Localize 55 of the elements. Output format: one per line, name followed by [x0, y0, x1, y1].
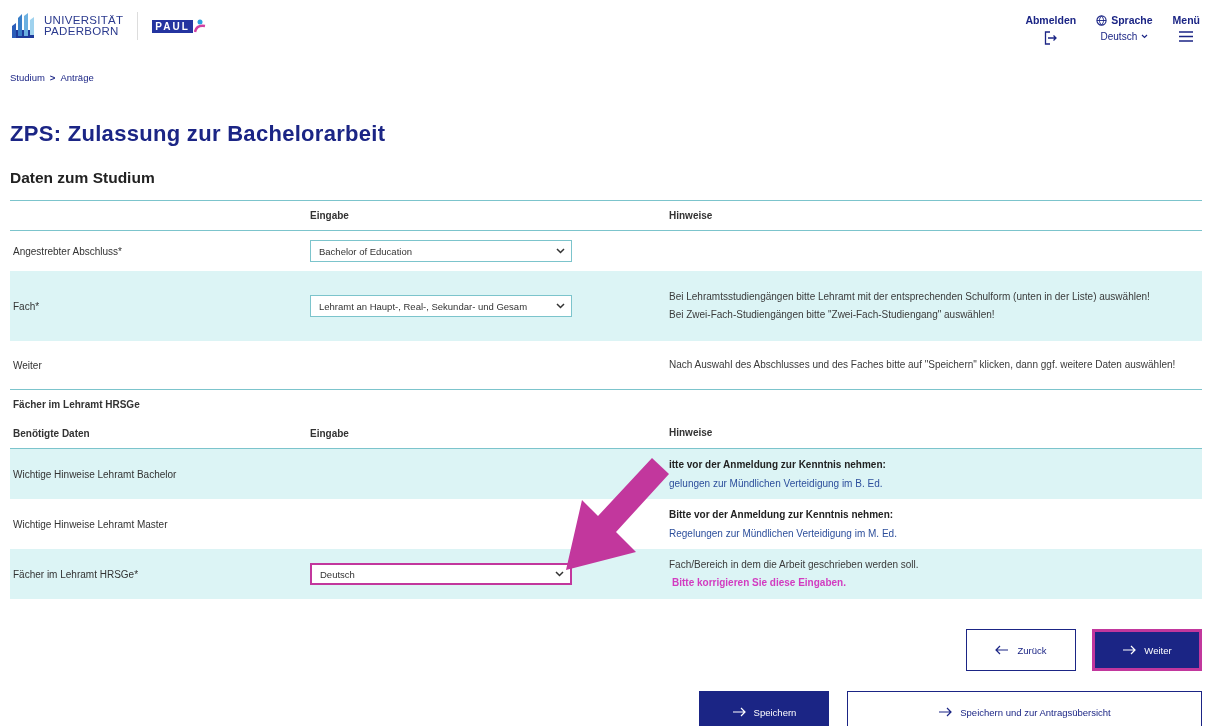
select-value: Deutsch [320, 568, 355, 580]
nav-button[interactable]: Zurück [966, 629, 1076, 671]
menu-icon[interactable] [1179, 31, 1194, 42]
row-label: Angestrebter Abschluss* [12, 245, 123, 257]
logo-text: UNIVERSITÄT [44, 15, 124, 26]
page-title: ZPS: Zulassung zur Bachelorarbeit [10, 121, 387, 147]
figure-logo-icon [193, 19, 206, 33]
section-heading: Daten zum Studium [10, 169, 156, 187]
error-message: Bitte korrigieren Sie diese Eingaben. [671, 576, 847, 590]
language-dropdown[interactable]: Deutsch [1100, 31, 1149, 42]
logo-text: PADERBORN [44, 26, 120, 37]
language-label: Sprache [1096, 14, 1153, 26]
hint-text: Nach Auswahl des Abschlusses und des Faches bitte auf "Speichern" klicken, dann ggf. weitere Daten auswählen! [669, 358, 1177, 372]
select-field[interactable]: Deutsch [310, 563, 572, 585]
column-header: Hinweise [668, 426, 714, 440]
arrow-right-icon [731, 707, 746, 717]
arrow-right-icon [1122, 645, 1137, 655]
column-header: Eingabe [310, 210, 350, 221]
chevron-down-icon [555, 571, 564, 577]
select-field[interactable]: Lehramt an Haupt-, Real-, Sekundar- und Gesam [310, 295, 572, 317]
row-label: Wichtige Hinweise Lehramt Bachelor [12, 468, 178, 480]
select-value: Bachelor of Education [319, 245, 412, 257]
nav-button[interactable]: Speichern und zur Antragsübersicht [847, 691, 1202, 726]
chevron-down-icon [1141, 34, 1149, 39]
logout-icon[interactable] [1043, 31, 1058, 45]
hint-heading: Bitte vor der Anmeldung zur Kenntnis nehmen: [669, 507, 895, 522]
row-label: Weiter [12, 359, 43, 371]
row-label: Fächer im Lehramt HRSGe* [12, 568, 140, 580]
column-header: Benötigte Daten [12, 427, 91, 439]
logo-badge: PAUL [152, 19, 193, 33]
select-field[interactable]: Bachelor of Education [310, 240, 572, 262]
arrow-left-icon [995, 645, 1010, 655]
hint-text: Fach/Bereich in dem die Arbeit geschrieben werden soll. [669, 558, 920, 572]
breadcrumb-separator: > [49, 72, 56, 83]
hint-heading: itte vor der Anmeldung zur Kenntnis nehmen: [669, 457, 887, 472]
column-header: Hinweise [668, 208, 714, 223]
hint-link[interactable]: Regelungen zur Mündlichen Verteidigung im M. Ed. [669, 526, 897, 541]
hint-text: Bei Zwei-Fach-Studiengängen bitte "Zwei-Fach-Studiengang" auswählen! [669, 308, 996, 322]
logout-button[interactable]: Abmelden [1025, 14, 1077, 26]
subsection-heading: Fächer im Lehramt HRSGe [12, 398, 141, 410]
arrow-right-icon [938, 707, 953, 717]
nav-button[interactable]: Weiter [1092, 629, 1202, 671]
column-header: Eingabe [310, 427, 350, 439]
menu-button[interactable]: Menü [1172, 14, 1200, 26]
row-label: Wichtige Hinweise Lehramt Master [12, 518, 169, 530]
chevron-down-icon [556, 248, 565, 254]
chevron-down-icon [556, 303, 565, 309]
hint-link[interactable]: gelungen zur Mündlichen Verteidigung im B. Ed. [669, 476, 883, 491]
row-label: Fach* [12, 300, 41, 312]
hint-text: Bei Lehramtsstudiengängen bitte Lehramt mit der entsprechenden Schulform (unten in der Liste) auswählen! [669, 290, 1151, 304]
nav-button[interactable]: Speichern [699, 691, 829, 726]
globe-icon [1096, 14, 1108, 26]
select-value: Lehramt an Haupt-, Real-, Sekundar- und Gesam [319, 300, 528, 312]
breadcrumb-link[interactable]: Anträge [60, 72, 94, 83]
breadcrumb-link[interactable]: Studium [10, 72, 45, 83]
